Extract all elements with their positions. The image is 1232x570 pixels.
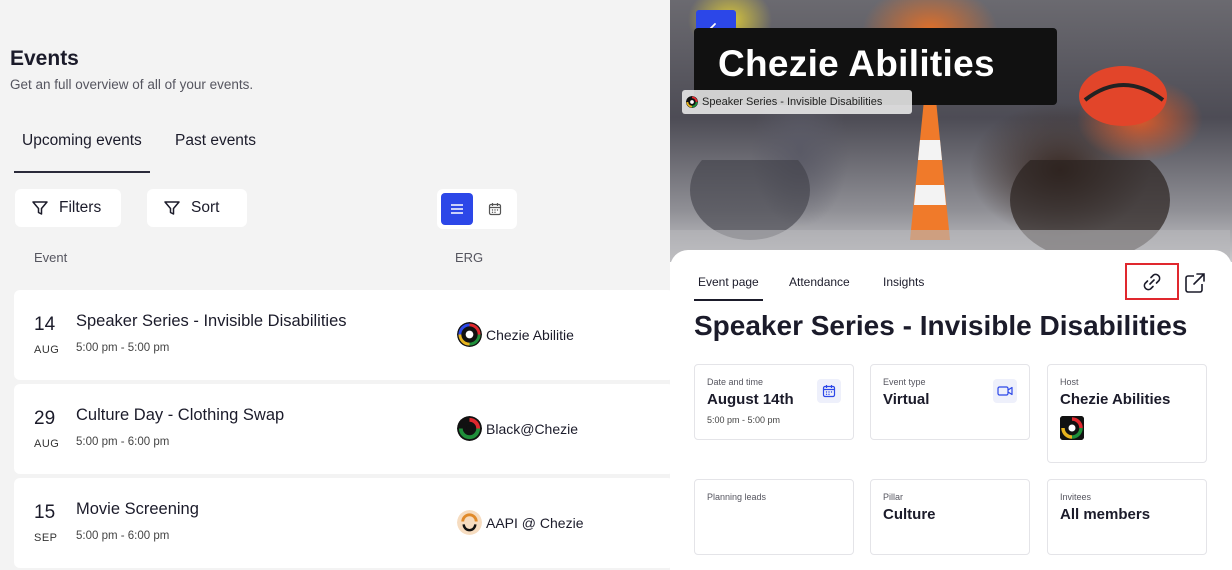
tab-event-page[interactable]: Event page <box>694 275 763 301</box>
planning-leads-card: Planning leads <box>694 479 854 555</box>
card-sub: 5:00 pm - 5:00 pm <box>707 415 781 425</box>
hero-event-chip: Speaker Series - Invisible Disabilities <box>682 90 912 114</box>
sort-button[interactable]: Sort <box>147 189 247 227</box>
erg-logo-icon <box>457 510 482 535</box>
open-external-button[interactable] <box>1182 270 1208 296</box>
event-name: Culture Day - Clothing Swap <box>76 406 285 424</box>
hero-chip-label: Speaker Series - Invisible Disabilities <box>702 96 883 108</box>
card-label: Planning leads <box>707 492 767 502</box>
column-header-erg: ERG <box>455 250 484 265</box>
event-time: 5:00 pm - 6:00 pm <box>76 436 170 448</box>
list-icon <box>451 204 463 214</box>
host-logo-icon <box>1060 416 1084 440</box>
event-title: Speaker Series - Invisible Disabilities <box>694 310 1188 341</box>
event-row[interactable]: 29 AUG Culture Day - Clothing Swap 5:00 … <box>14 384 674 474</box>
card-value: Chezie Abilities <box>1060 391 1171 408</box>
filters-button[interactable]: Filters <box>15 189 121 227</box>
card-label: Host <box>1060 377 1079 387</box>
date-time-card: Date and time August 14th 5:00 pm - 5:00… <box>694 364 854 440</box>
link-icon <box>1143 273 1161 290</box>
external-link-icon <box>1185 273 1205 293</box>
erg-name: AAPI @ Chezie <box>486 514 584 531</box>
column-header-event: Event <box>34 250 68 265</box>
calendar-view-button[interactable] <box>479 193 511 225</box>
card-label: Event type <box>883 377 926 387</box>
tab-insights[interactable]: Insights <box>883 275 924 289</box>
video-camera-icon <box>993 379 1017 403</box>
event-name: Movie Screening <box>76 500 199 518</box>
card-value: August 14th <box>707 391 794 408</box>
sort-icon <box>164 201 180 215</box>
host-card: Host Chezie Abilities <box>1047 364 1207 463</box>
event-type-card: Event type Virtual <box>870 364 1030 440</box>
card-value: Culture <box>883 506 936 523</box>
event-detail-pane: Chezie Abilities Speaker Series - Invisi… <box>670 0 1232 570</box>
event-name: Speaker Series - Invisible Disabilities <box>76 312 347 330</box>
event-row[interactable]: 15 SEP Movie Screening 5:00 pm - 6:00 pm… <box>14 478 674 568</box>
erg-name: Black@Chezie <box>486 420 579 437</box>
event-row[interactable]: 14 AUG Speaker Series - Invisible Disabi… <box>14 290 674 380</box>
events-list-pane: Events Get an full overview of all of yo… <box>0 0 674 570</box>
copy-link-button[interactable] <box>1125 263 1179 300</box>
event-day: 15 <box>34 502 56 523</box>
event-day: 29 <box>34 408 56 429</box>
event-time: 5:00 pm - 6:00 pm <box>76 530 170 542</box>
event-tabs: Upcoming events Past events <box>14 120 414 173</box>
event-time: 5:00 pm - 5:00 pm <box>76 342 170 354</box>
erg-logo-icon <box>686 96 698 108</box>
calendar-icon <box>817 379 841 403</box>
card-label: Date and time <box>707 377 764 387</box>
tab-upcoming-events[interactable]: Upcoming events <box>14 132 150 173</box>
page-title: Events <box>10 47 79 70</box>
event-detail-panel: Event page Attendance Insights Speaker S… <box>670 250 1232 570</box>
filters-label: Filters <box>59 199 102 216</box>
card-label: Invitees <box>1060 492 1092 502</box>
sort-label: Sort <box>191 199 220 216</box>
tab-attendance[interactable]: Attendance <box>789 275 850 289</box>
card-label: Pillar <box>883 492 904 502</box>
invitees-card: Invitees All members <box>1047 479 1207 555</box>
card-value: All members <box>1060 506 1151 523</box>
erg-logo-icon <box>457 322 482 347</box>
helmet-illustration <box>1079 66 1167 126</box>
erg-logo-icon <box>457 416 482 441</box>
list-view-button[interactable] <box>441 193 473 225</box>
view-toggle <box>437 189 517 229</box>
tab-past-events[interactable]: Past events <box>175 132 256 150</box>
card-value: Virtual <box>883 391 930 408</box>
erg-cell: Chezie Abilitie <box>457 322 574 347</box>
event-month: AUG <box>34 344 60 356</box>
pillar-card: Pillar Culture <box>870 479 1030 555</box>
event-month: AUG <box>34 438 60 450</box>
calendar-icon <box>488 203 502 216</box>
scene-shapes <box>670 160 1230 262</box>
erg-cell: Black@Chezie <box>457 416 578 441</box>
event-day: 14 <box>34 314 56 335</box>
erg-cell: AAPI @ Chezie <box>457 510 583 535</box>
hero-title: Chezie Abilities <box>718 43 995 84</box>
erg-name: Chezie Abilitie <box>486 326 574 343</box>
page-subtitle: Get an full overview of all of your even… <box>10 77 254 92</box>
event-month: SEP <box>34 532 58 544</box>
filter-icon <box>32 201 48 215</box>
